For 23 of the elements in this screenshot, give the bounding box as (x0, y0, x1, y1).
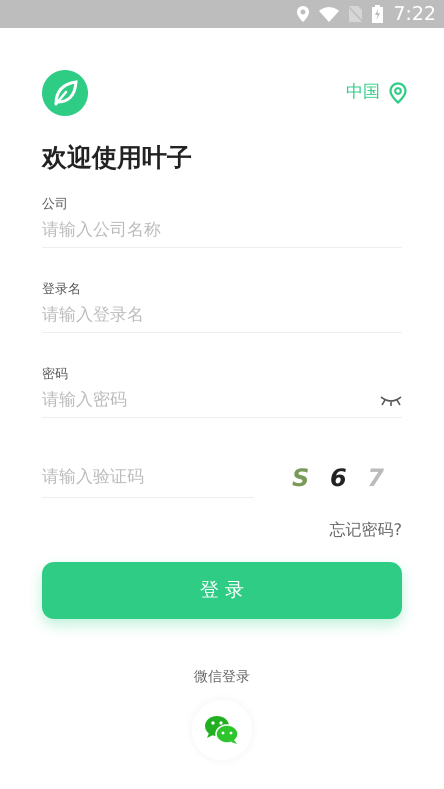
location-icon (297, 6, 310, 22)
input-field[interactable]: 请输入登录名 (42, 302, 402, 328)
leaf-logo-icon (42, 70, 88, 116)
captcha-character: S (292, 463, 310, 494)
captcha-character: 6 (330, 463, 347, 494)
no-sim-icon (349, 6, 362, 22)
closed-eye-icon[interactable] (380, 394, 402, 406)
field-label: 密码 (42, 366, 69, 384)
welcome-title: 欢迎使用叶子 (42, 142, 193, 174)
location-pin-icon (388, 82, 408, 104)
wechat-login-label: 微信登录 (194, 668, 250, 687)
status-time: 7:22 (393, 2, 436, 27)
captcha-image[interactable]: S 6 7 (274, 458, 402, 498)
wifi-icon (319, 6, 340, 22)
input-field[interactable]: 请输入密码 (42, 388, 380, 414)
field-label: 登录名 (42, 281, 82, 299)
captcha-character: 7 (367, 463, 384, 494)
input-field[interactable]: 请输入公司名称 (42, 218, 402, 244)
battery-charging-icon (372, 5, 384, 23)
forgot-password-link[interactable]: 忘记密码? (330, 518, 402, 542)
field-label: 公司 (42, 196, 69, 214)
captcha-field[interactable]: 请输入验证码 (42, 464, 254, 490)
chat-bubbles-icon (204, 715, 240, 745)
